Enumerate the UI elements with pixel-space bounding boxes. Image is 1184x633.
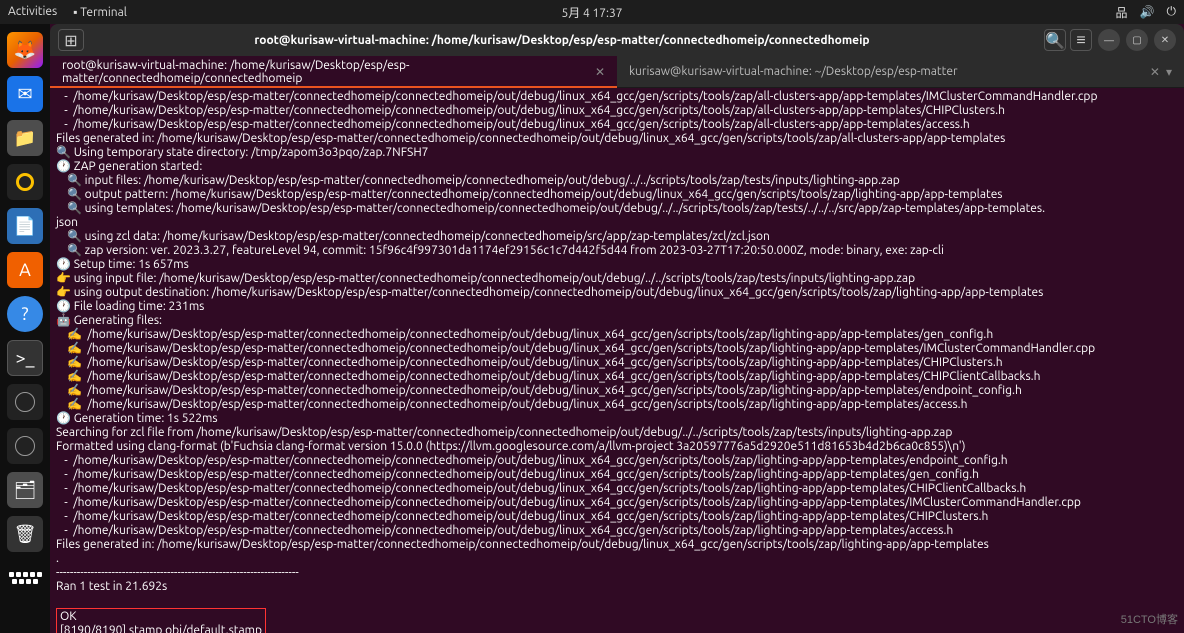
- tab-label: root@kurisaw-virtual-machine: /home/kuri…: [62, 59, 595, 85]
- terminal-tabbar: root@kurisaw-virtual-machine: /home/kuri…: [50, 56, 1184, 88]
- maximize-button[interactable]: ▢: [1126, 29, 1148, 51]
- gnome-topbar: Activities ▪ Terminal 5月 4 17:37 品 🔊 ⏻: [0, 0, 1184, 24]
- dock-software-icon[interactable]: A: [7, 252, 43, 288]
- power-icon[interactable]: ⏻: [1167, 5, 1177, 19]
- clock[interactable]: 5月 4 17:37: [561, 4, 622, 21]
- activities-button[interactable]: Activities: [8, 5, 57, 19]
- dock-trash-icon[interactable]: 🗑: [7, 516, 43, 552]
- dock-help-icon[interactable]: ?: [7, 296, 43, 332]
- dock-disk2-icon[interactable]: [7, 428, 43, 464]
- window-title: root@kurisaw-virtual-machine: /home/kuri…: [84, 34, 1040, 47]
- result-highlight-box: OK [8190/8190] stamp obj/default.stamp r…: [56, 608, 266, 633]
- dock-thunderbird-icon[interactable]: ✉: [7, 76, 43, 112]
- tab-dropdown-icon[interactable]: ▾: [1166, 65, 1172, 79]
- volume-icon[interactable]: 🔊: [1140, 5, 1155, 19]
- new-tab-button[interactable]: ⊞: [58, 29, 84, 51]
- dock-files-icon[interactable]: 📁: [7, 120, 43, 156]
- terminal-tab-2[interactable]: kurisaw@kurisaw-virtual-machine: ~/Deskt…: [617, 56, 1184, 87]
- app-menu[interactable]: ▪ Terminal: [73, 5, 127, 19]
- ubuntu-dock: 🦊 ✉ 📁 📄 A ? >_ 🗂 🗑: [0, 24, 50, 633]
- dock-terminal-icon[interactable]: >_: [7, 340, 43, 376]
- dock-disk1-icon[interactable]: [7, 384, 43, 420]
- terminal-tab-1[interactable]: root@kurisaw-virtual-machine: /home/kuri…: [50, 56, 617, 87]
- search-button[interactable]: 🔍: [1044, 29, 1066, 51]
- network-icon[interactable]: 品: [1116, 4, 1128, 21]
- minimize-button[interactable]: —: [1098, 29, 1120, 51]
- tab-close-icon[interactable]: ✕: [595, 65, 605, 79]
- dock-rhythmbox-icon[interactable]: [7, 164, 43, 200]
- tab-label: kurisaw@kurisaw-virtual-machine: ~/Deskt…: [629, 65, 958, 78]
- terminal-output[interactable]: - /home/kurisaw/Desktop/esp/esp-matter/c…: [50, 88, 1184, 633]
- window-titlebar: ⊞ root@kurisaw-virtual-machine: /home/ku…: [50, 24, 1184, 56]
- menu-button[interactable]: ≡: [1070, 29, 1092, 51]
- close-button[interactable]: ✕: [1154, 29, 1176, 51]
- tab-close-icon[interactable]: ✕: [1150, 65, 1160, 79]
- dock-firefox-icon[interactable]: 🦊: [7, 32, 43, 68]
- dock-show-apps-icon[interactable]: [7, 560, 43, 596]
- watermark: 51CTO博客: [1121, 611, 1178, 627]
- terminal-window: ⊞ root@kurisaw-virtual-machine: /home/ku…: [50, 24, 1184, 633]
- dock-disk3-icon[interactable]: 🗂: [7, 472, 43, 508]
- dock-writer-icon[interactable]: 📄: [7, 208, 43, 244]
